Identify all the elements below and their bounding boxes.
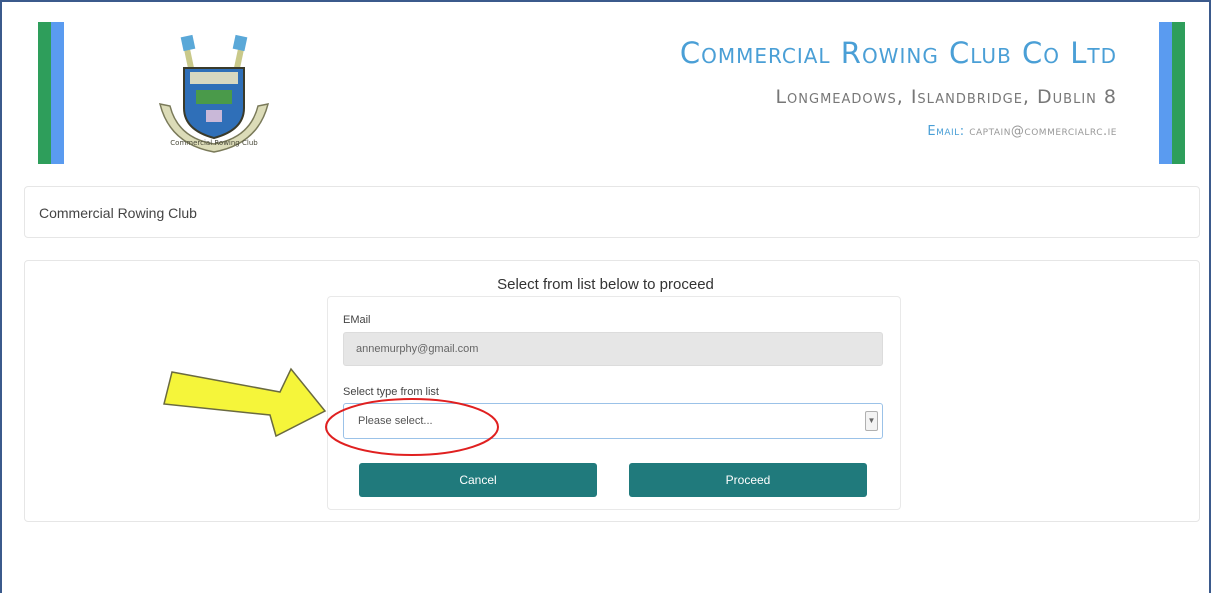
type-select-value: Please select... (358, 415, 433, 427)
crest-motto-text: Commercial Rowing Club (170, 139, 258, 147)
right-color-stripe (1159, 22, 1185, 164)
rowing-club-crest-icon: Commercial Rowing Club (158, 34, 270, 153)
club-email: Email: captain@commercialrc.ie (927, 124, 1117, 139)
type-select-label: Select type from list (343, 386, 439, 398)
green-stripe (1172, 22, 1185, 164)
email-field-label: EMail (343, 314, 371, 326)
left-color-stripe (38, 22, 64, 164)
proceed-button[interactable]: Proceed (629, 463, 867, 497)
blue-stripe (1159, 22, 1172, 164)
blue-stripe (51, 22, 64, 164)
chevron-down-icon[interactable]: ▼ (865, 411, 878, 431)
cancel-button[interactable]: Cancel (359, 463, 597, 497)
email-field-value: annemurphy@gmail.com (356, 343, 479, 355)
breadcrumb-label[interactable]: Commercial Rowing Club (39, 205, 197, 221)
club-address: Longmeadows, Islandbridge, Dublin 8 (775, 86, 1117, 108)
breadcrumb: Commercial Rowing Club (24, 186, 1200, 238)
instruction-text: Select from list below to proceed (497, 276, 714, 293)
email-field: annemurphy@gmail.com (343, 332, 883, 366)
green-stripe (38, 22, 51, 164)
club-address-text: Longmeadows, Islandbridge, Dublin 8 (775, 86, 1117, 108)
email-link[interactable]: captain@commercialrc.ie (969, 124, 1117, 139)
club-title: Commercial Rowing Club Co Ltd (679, 36, 1117, 70)
email-label: Email: (927, 124, 965, 139)
type-select[interactable]: Please select... ▼ (343, 403, 883, 439)
